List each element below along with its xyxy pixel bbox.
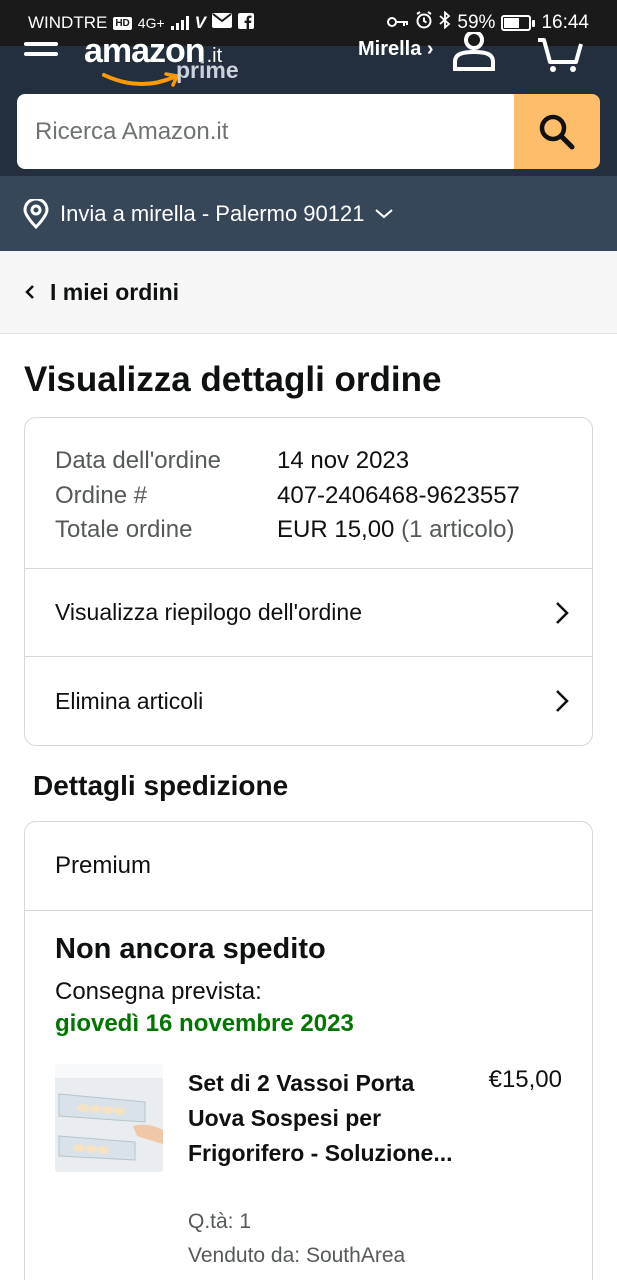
search-button[interactable]	[514, 94, 600, 169]
clock: 16:44	[541, 12, 589, 33]
account-icon[interactable]	[452, 30, 496, 77]
product-quantity: Q.tà: 1	[188, 1210, 252, 1233]
view-order-summary-label: Visualizza riepilogo dell'ordine	[55, 599, 362, 625]
product-title[interactable]: Set di 2 Vassoi Porta Uova Sospesi per F…	[188, 1066, 458, 1171]
order-date-value: 14 nov 2023	[277, 447, 410, 474]
menu-icon[interactable]	[24, 42, 60, 66]
order-info: Data dell'ordine 14 nov 2023 Ordine # 40…	[25, 418, 592, 569]
header-top: amazon .it prime Mirella ›	[0, 30, 617, 94]
order-total-count: (1 articolo)	[401, 516, 515, 543]
key-icon	[387, 12, 409, 34]
search-input[interactable]	[17, 94, 514, 169]
cart-icon[interactable]	[536, 34, 584, 79]
shipment-card: Premium Non ancora spedito Consegna prev…	[24, 821, 593, 1280]
back-to-orders[interactable]: I miei ordini	[0, 251, 617, 334]
chevron-left-icon	[25, 285, 34, 299]
delivery-estimate-label: Consegna prevista:	[55, 978, 262, 1005]
mail-icon	[211, 13, 232, 33]
order-item: Set di 2 Vassoi Porta Uova Sospesi per F…	[55, 1064, 562, 1280]
battery-icon	[501, 15, 536, 31]
logo-prime: prime	[176, 57, 239, 83]
order-total-value-group: EUR 15,00 (1 articolo)	[277, 513, 514, 548]
delivery-estimate-date: giovedì 16 novembre 2023	[55, 1010, 354, 1037]
order-total-label: Totale ordine	[55, 516, 193, 543]
logo-smile-icon	[102, 72, 180, 87]
order-total-row: Totale ordine EUR 15,00 (1 articolo)	[55, 513, 592, 548]
order-date-label: Data dell'ordine	[55, 447, 222, 474]
facebook-icon	[237, 12, 254, 34]
shipment-status: Non ancora spedito	[55, 933, 326, 965]
carrier-name: WINDTRE	[28, 13, 108, 32]
product-price: €15,00	[488, 1066, 562, 1093]
search-bar	[17, 94, 600, 169]
shipping-section-title: Dettagli spedizione	[33, 770, 289, 801]
deliver-to-label: Invia a mirella - Palermo 90121	[60, 200, 365, 226]
account-link[interactable]: Mirella ›	[358, 38, 434, 61]
network-type: 4G+	[137, 15, 165, 31]
page-title: Visualizza dettagli ordine	[24, 360, 442, 399]
product-image[interactable]	[55, 1064, 163, 1172]
vodafone-app-icon: V	[194, 13, 206, 32]
amazon-logo[interactable]: amazon .it prime	[84, 32, 239, 87]
search-icon	[539, 114, 575, 149]
order-summary-card: Data dell'ordine 14 nov 2023 Ordine # 40…	[24, 417, 593, 746]
hd-badge: HD	[113, 16, 132, 30]
alarm-icon	[415, 11, 433, 35]
deliver-to-bar[interactable]: Invia a mirella - Palermo 90121	[0, 176, 617, 251]
battery-percent: 59%	[457, 12, 496, 33]
order-number-row: Ordine # 407-2406468-9623557	[55, 479, 592, 514]
chevron-right-icon	[556, 601, 569, 624]
bluetooth-icon	[439, 10, 451, 35]
location-pin-icon	[23, 198, 49, 229]
view-order-summary-link[interactable]: Visualizza riepilogo dell'ordine	[25, 569, 592, 657]
chevron-down-icon	[375, 208, 394, 218]
order-total-value: EUR 15,00	[277, 516, 395, 543]
shipment-body: Non ancora spedito Consegna prevista: gi…	[25, 911, 592, 1280]
signal-icon	[170, 16, 189, 30]
order-date-row: Data dell'ordine 14 nov 2023	[55, 444, 592, 479]
order-number-label: Ordine #	[55, 481, 148, 509]
delete-items-label: Elimina articoli	[55, 687, 204, 714]
chevron-right-icon	[556, 690, 569, 712]
shipping-type: Premium	[25, 822, 592, 911]
product-seller: Venduto da: SouthArea	[188, 1244, 406, 1267]
amazon-header: amazon .it prime Mirella ›	[0, 30, 617, 176]
delete-items-link[interactable]: Elimina articoli	[25, 657, 592, 745]
order-number-value: 407-2406468-9623557	[277, 481, 520, 509]
status-left: WINDTRE HD 4G+ V	[28, 12, 254, 34]
back-label: I miei ordini	[50, 278, 180, 305]
